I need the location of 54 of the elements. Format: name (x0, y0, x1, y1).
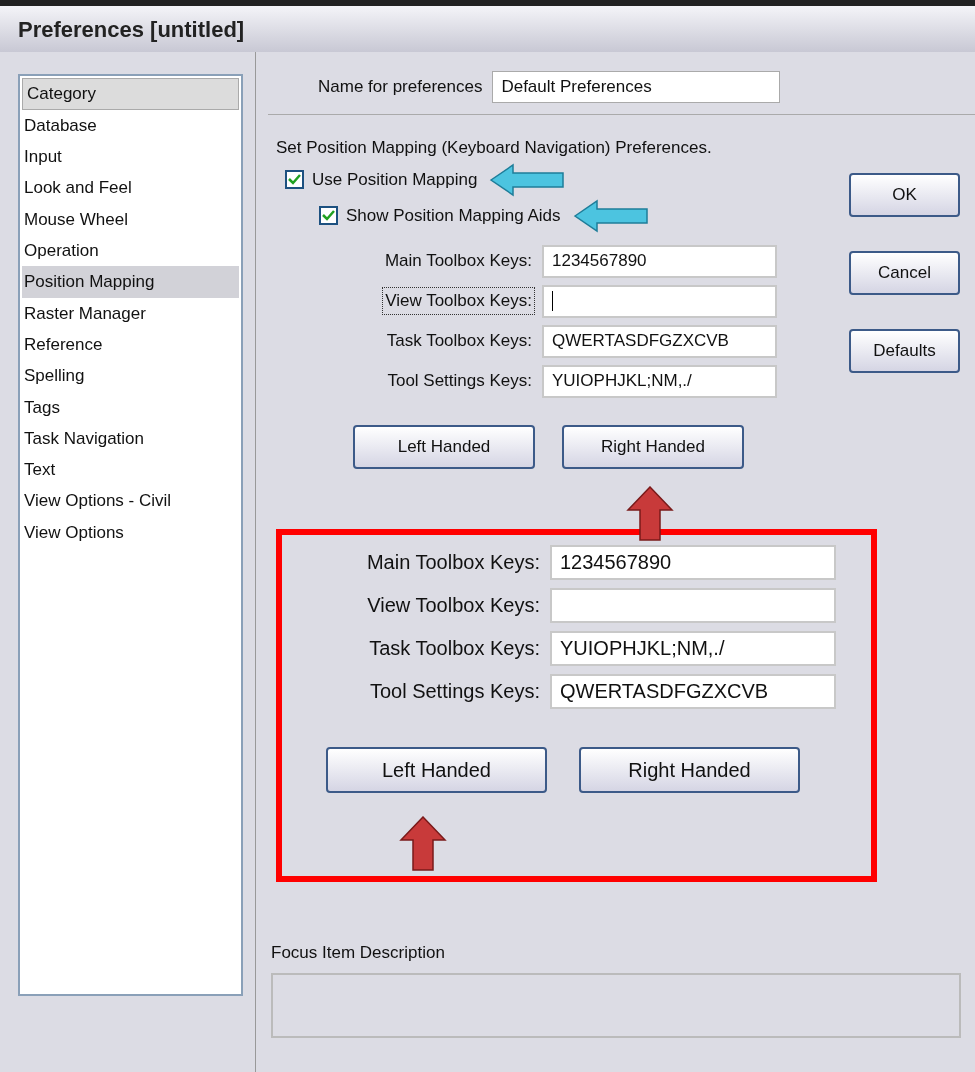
category-item[interactable]: Input (22, 141, 239, 173)
hand-button[interactable]: Left Handed (326, 746, 547, 793)
field-label: View Toolbox Keys: (366, 593, 541, 618)
category-item[interactable]: Task Navigation (22, 422, 239, 455)
category-item[interactable]: View Options - Civil (22, 485, 239, 517)
input-field[interactable]: YUIOPHJKL;NM,./ (542, 364, 777, 398)
section-title: Set Position Mapping (Keyboard Navigation) Preferences. (276, 137, 713, 159)
input-field[interactable]: 1234567890 (542, 244, 777, 278)
input-field[interactable] (550, 587, 836, 623)
hand-button[interactable]: Right Handed (562, 424, 744, 469)
input-field[interactable]: 1234567890 (550, 544, 836, 580)
section-label: Focus Item Description (271, 941, 446, 964)
category-item[interactable]: Look and Feel (22, 172, 239, 204)
category-item[interactable]: View Options (22, 516, 239, 549)
dialog-button[interactable]: Defaults (849, 329, 960, 373)
category-item[interactable]: Operation (22, 235, 239, 267)
category-item[interactable]: Position Mapping (22, 266, 239, 298)
field-label: Task Toolbox Keys: (385, 330, 533, 353)
list-header: Category (22, 78, 239, 110)
input-field[interactable]: QWERTASDFGZXCVB (542, 324, 777, 358)
check-icon (322, 210, 335, 221)
dialog-button[interactable]: OK (849, 173, 960, 217)
field-label: Main Toolbox Keys: (383, 250, 533, 273)
input-field[interactable]: Default Preferences (492, 71, 781, 103)
checkbox[interactable] (319, 206, 338, 225)
field-label: Main Toolbox Keys: (365, 550, 541, 575)
arrow-icon (489, 162, 566, 197)
arrow-icon (399, 816, 447, 872)
checkbox-label: Use Position Mapping (312, 168, 478, 191)
category-item[interactable]: Database (22, 110, 239, 142)
text-cursor (552, 291, 553, 311)
window-title: Preferences [untitled] (18, 15, 245, 44)
category-item[interactable]: Reference (22, 329, 239, 361)
input-field[interactable] (542, 284, 777, 318)
arrow-icon (626, 486, 674, 542)
category-item[interactable]: Spelling (22, 360, 239, 392)
category-item[interactable]: Tags (22, 391, 239, 423)
category-item[interactable]: Mouse Wheel (22, 203, 239, 236)
checkbox-label: Show Position Mapping Aids (346, 204, 561, 227)
check-icon (288, 174, 301, 185)
field-label: View Toolbox Keys: (383, 288, 534, 314)
arrow-icon (572, 198, 649, 233)
category-item[interactable]: Text (22, 454, 239, 486)
hand-button[interactable]: Left Handed (353, 424, 535, 469)
input-field[interactable]: QWERTASDFGZXCVB (550, 673, 836, 709)
dialog-button[interactable]: Cancel (849, 251, 960, 295)
field-label: Task Toolbox Keys: (368, 636, 541, 661)
checkbox[interactable] (285, 170, 304, 189)
hand-button[interactable]: Right Handed (579, 746, 800, 793)
category-item[interactable]: Raster Manager (22, 297, 239, 330)
field-label: Name for preferences (318, 76, 483, 99)
input-field[interactable]: YUIOPHJKL;NM,./ (550, 630, 836, 666)
field-label: Tool Settings Keys: (368, 679, 541, 704)
field-label: Tool Settings Keys: (386, 370, 533, 393)
